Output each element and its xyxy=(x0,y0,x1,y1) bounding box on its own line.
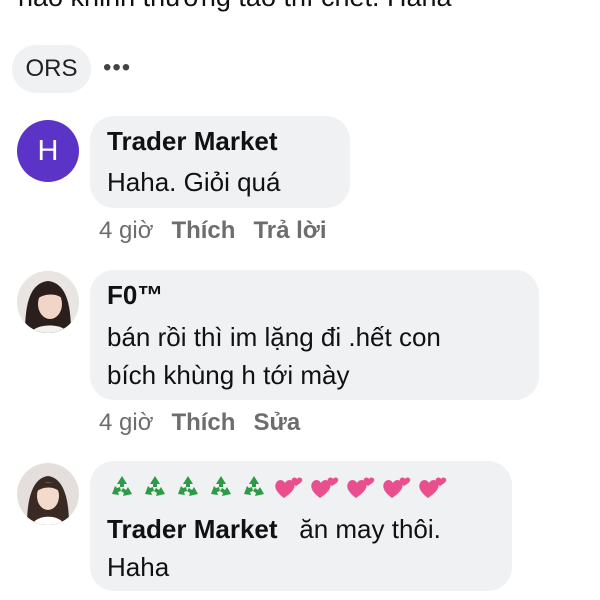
two-hearts-icon xyxy=(307,471,341,502)
avatar[interactable] xyxy=(17,463,79,525)
recycle-icon xyxy=(238,471,269,502)
previous-comment-text: nào khinh thường tao thì chết. Haha xyxy=(18,0,452,13)
comment-text: bích khùng h tới mày xyxy=(107,360,350,390)
two-hearts-icon xyxy=(415,471,449,502)
recycle-icon xyxy=(106,471,137,502)
avatar-letter: H xyxy=(37,134,59,167)
like-button[interactable]: Thích xyxy=(171,217,235,245)
recycle-icon xyxy=(139,471,170,502)
recycle-icon xyxy=(172,471,203,502)
comment-meta: 4 giờ Thích Sửa xyxy=(99,409,300,437)
two-hearts-icon xyxy=(271,471,305,502)
avatar[interactable] xyxy=(17,271,79,333)
reply-chip[interactable]: ORS xyxy=(12,45,91,93)
edit-button[interactable]: Sửa xyxy=(253,409,300,437)
avatar[interactable]: H xyxy=(17,120,79,182)
two-hearts-icon xyxy=(343,471,377,502)
comment-author[interactable]: F0™ xyxy=(107,279,163,311)
comment-text: Trader Market ăn may thôi. xyxy=(107,510,441,548)
comment-text-after-mention: ăn may thôi. xyxy=(299,514,441,544)
like-button[interactable]: Thích xyxy=(171,409,235,437)
reply-button[interactable]: Trả lời xyxy=(253,217,326,245)
two-hearts-icon xyxy=(379,471,413,502)
comment-text: bán rồi thì im lặng đi .hết con xyxy=(107,322,441,352)
comment-text-line2: Haha xyxy=(107,552,170,582)
profile-photo xyxy=(17,271,79,333)
comment-time: 4 giờ xyxy=(99,217,154,244)
more-options-icon[interactable]: ••• xyxy=(103,56,131,80)
emoji-row xyxy=(106,471,449,502)
comment-text: Haha. Giỏi quá xyxy=(107,167,281,197)
comment-meta: 4 giờ Thích Trả lời xyxy=(99,217,327,245)
comments-screen: nào khinh thường tao thì chết. Haha ORS … xyxy=(0,0,600,600)
mention-link[interactable]: Trader Market xyxy=(107,514,278,544)
profile-photo xyxy=(17,463,79,525)
recycle-icon xyxy=(205,471,236,502)
comment-time: 4 giờ xyxy=(99,409,154,436)
comment-author[interactable]: Trader Market xyxy=(107,125,278,157)
